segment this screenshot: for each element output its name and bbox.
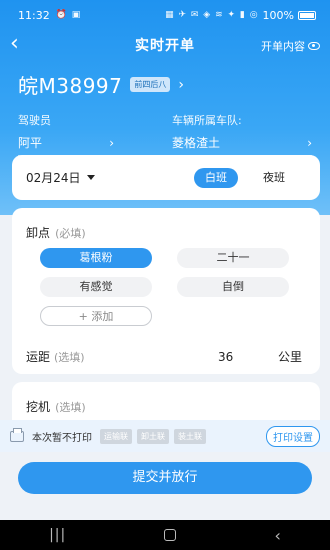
open-content-button[interactable]: 开单内容 bbox=[261, 38, 320, 54]
unload-title: 卸点 bbox=[26, 226, 51, 240]
distance-value[interactable]: 36 bbox=[218, 350, 233, 364]
battery-percent: 100% bbox=[262, 8, 294, 22]
shift-card: 02月24日 白班 夜班 bbox=[12, 155, 320, 200]
date-picker[interactable]: 02月24日 bbox=[26, 169, 81, 186]
excavator-optional-hint: (选填) bbox=[55, 401, 86, 414]
unload-chip[interactable]: 有感觉 bbox=[40, 277, 152, 297]
print-copy-tag[interactable]: 装土联 bbox=[174, 428, 206, 444]
distance-unit: 公里 bbox=[277, 350, 302, 364]
printer-icon bbox=[10, 427, 24, 442]
excavator-title: 挖机 bbox=[26, 400, 51, 414]
unload-point-card: 卸点 (必填) 葛根粉 二十一 有感觉 自倒 + 添加 运距 (选填) 36 公… bbox=[12, 208, 320, 374]
system-navigation-bar: ||| ‹ bbox=[0, 520, 330, 550]
unload-required-hint: (必填) bbox=[55, 227, 86, 240]
chevron-right-icon: › bbox=[307, 135, 312, 150]
status-left-icons: ⏰ ▣ bbox=[55, 10, 82, 20]
back-icon[interactable]: ‹ bbox=[275, 526, 281, 545]
page-title: 实时开单 bbox=[135, 38, 195, 54]
fleet-label: 车辆所属车队: bbox=[172, 114, 242, 127]
open-content-label: 开单内容 bbox=[261, 40, 305, 53]
fleet-selector[interactable]: 车辆所属车队: 菱格渣土 › bbox=[172, 112, 312, 156]
axle-type-badge: 前四后八 bbox=[130, 77, 171, 92]
recent-apps-icon[interactable]: ||| bbox=[49, 527, 66, 543]
print-bar: 本次暂不打印 运输联 卸土联 装土联 打印设置 bbox=[0, 420, 330, 452]
unload-chip[interactable]: 二十一 bbox=[177, 248, 289, 268]
status-time: 11:32 bbox=[18, 8, 50, 22]
driver-selector[interactable]: 驾驶员 阿平 › bbox=[18, 112, 114, 156]
print-copy-tag[interactable]: 卸土联 bbox=[137, 428, 169, 444]
unload-chip[interactable]: 葛根粉 bbox=[40, 248, 152, 268]
status-indicator-icons: ▦ ✈ ✉ ◈ ≋ ✦ ▮ ◎ bbox=[165, 10, 259, 20]
unload-chip[interactable]: 自倒 bbox=[177, 277, 289, 297]
vehicle-selector[interactable]: 皖M38997 前四后八 › bbox=[18, 70, 184, 99]
license-plate: 皖M38997 bbox=[18, 74, 123, 98]
night-shift-tab[interactable]: 夜班 bbox=[252, 168, 296, 188]
back-icon[interactable]: ‹ bbox=[10, 32, 19, 56]
chevron-right-icon: › bbox=[109, 135, 114, 150]
distance-row[interactable]: 运距 (选填) 36 公里 bbox=[26, 348, 302, 365]
driver-value: 阿平 bbox=[18, 136, 43, 150]
status-bar: 11:32 ⏰ ▣ ▦ ✈ ✉ ◈ ≋ ✦ ▮ ◎ 100% bbox=[0, 0, 330, 30]
fleet-value: 菱格渣土 bbox=[172, 136, 221, 150]
caret-down-icon[interactable] bbox=[86, 175, 95, 180]
add-unload-point-button[interactable]: + 添加 bbox=[40, 306, 152, 326]
print-status-label: 本次暂不打印 bbox=[32, 432, 92, 444]
distance-optional-hint: (选填) bbox=[54, 350, 85, 364]
eye-icon bbox=[308, 42, 320, 50]
unload-title-row: 卸点 (必填) bbox=[26, 222, 86, 241]
submit-and-release-button[interactable]: 提交并放行 bbox=[18, 462, 312, 494]
print-settings-button[interactable]: 打印设置 bbox=[266, 425, 320, 447]
home-icon[interactable] bbox=[164, 529, 177, 541]
distance-label: 运距 bbox=[26, 350, 51, 364]
top-navigation-bar: ‹ 实时开单 开单内容 bbox=[0, 30, 330, 60]
print-copy-tag[interactable]: 运输联 bbox=[100, 428, 132, 444]
chevron-right-icon: › bbox=[178, 76, 184, 93]
driver-label: 驾驶员 bbox=[18, 114, 51, 127]
day-shift-tab[interactable]: 白班 bbox=[194, 168, 238, 188]
battery-icon bbox=[298, 10, 316, 20]
